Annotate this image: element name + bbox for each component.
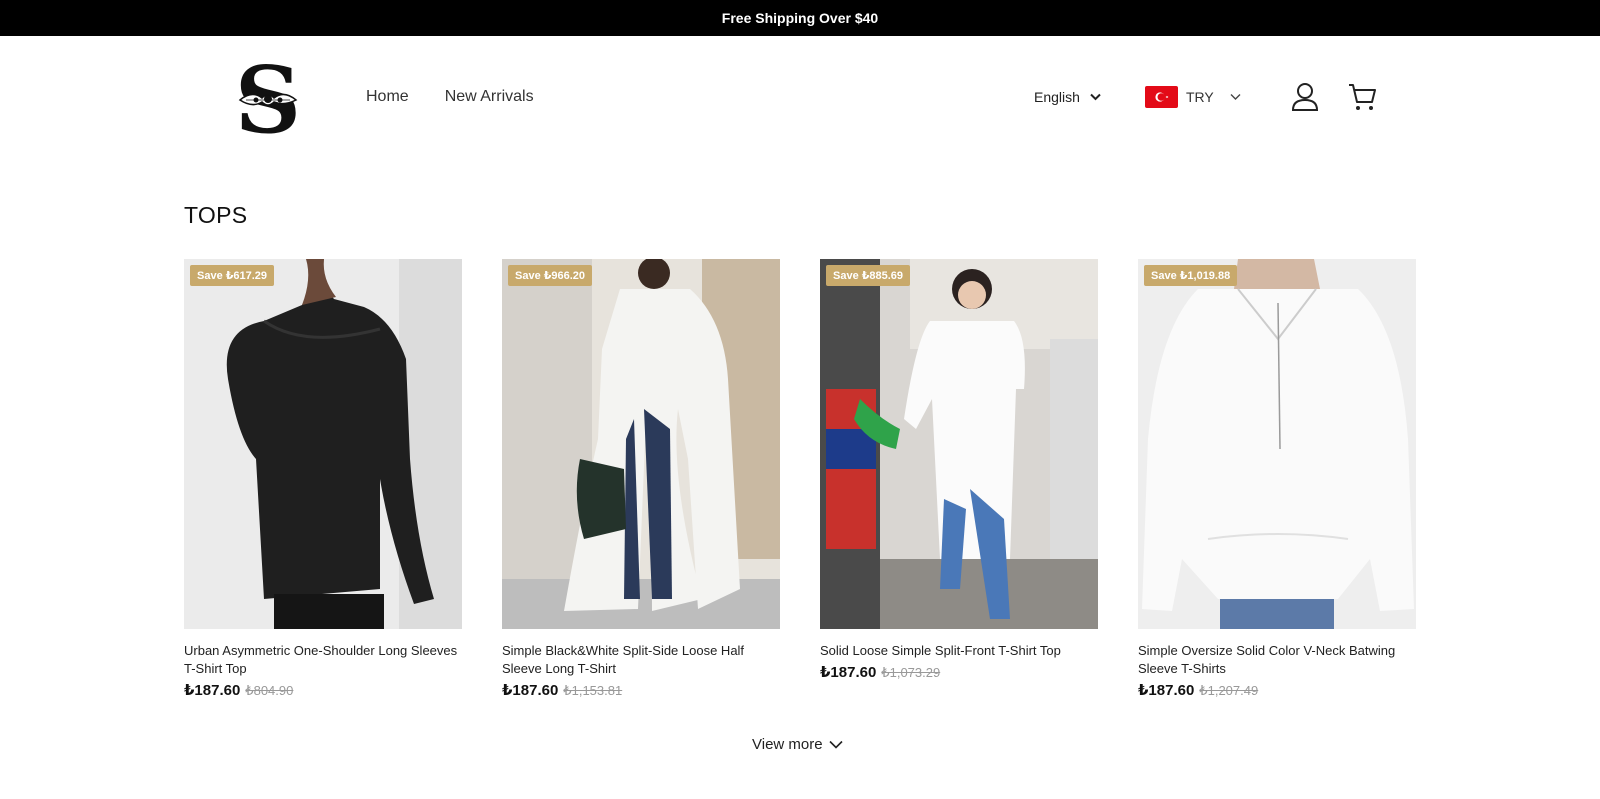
turkey-flag-icon — [1145, 86, 1178, 108]
chevron-down-icon — [829, 740, 843, 749]
product-old-price: ₺1,207.49 — [1199, 683, 1259, 698]
view-more-button[interactable]: View more — [752, 736, 843, 753]
store-logo[interactable]: S — [232, 46, 304, 154]
view-more-label: View more — [752, 736, 823, 753]
product-image[interactable]: Save ₺885.69 — [820, 259, 1098, 629]
product-title[interactable]: Solid Loose Simple Split-Front T-Shirt T… — [820, 642, 1098, 660]
product-title[interactable]: Simple Black&White Split-Side Loose Half… — [502, 642, 780, 678]
product-price: ₺187.60 — [820, 664, 877, 681]
account-icon[interactable] — [1291, 82, 1319, 112]
product-prices: ₺187.60 ₺1,153.81 — [502, 681, 780, 699]
section-title: TOPS — [184, 202, 248, 228]
site-header: S Home New Arrivals English TRY — [0, 36, 1600, 162]
currency-label: TRY — [1186, 89, 1214, 105]
cart-icon[interactable] — [1347, 82, 1377, 112]
discount-badge: Save ₺617.29 — [190, 265, 275, 286]
nav-new-arrivals[interactable]: New Arrivals — [445, 88, 534, 106]
product-old-price: ₺804.90 — [245, 683, 294, 698]
product-price: ₺187.60 — [502, 682, 559, 699]
announcement-bar: Free Shipping Over $40 — [0, 0, 1600, 36]
product-image[interactable]: Save ₺966.20 — [502, 259, 780, 629]
product-image[interactable]: Save ₺1,019.88 — [1138, 259, 1416, 629]
product-card[interactable]: Save ₺966.20 Simple Black&White Split-Si… — [502, 259, 780, 699]
chevron-down-icon — [1230, 94, 1241, 100]
main-nav: Home New Arrivals — [366, 88, 534, 106]
discount-badge: Save ₺885.69 — [826, 265, 911, 286]
product-prices: ₺187.60 ₺1,073.29 — [820, 663, 1098, 681]
product-prices: ₺187.60 ₺804.90 — [184, 681, 462, 699]
discount-badge: Save ₺966.20 — [508, 265, 593, 286]
product-image[interactable]: Save ₺617.29 — [184, 259, 462, 629]
currency-selector[interactable]: TRY — [1145, 86, 1241, 108]
product-price: ₺187.60 — [1138, 682, 1195, 699]
product-title[interactable]: Simple Oversize Solid Color V-Neck Batwi… — [1138, 642, 1416, 678]
product-prices: ₺187.60 ₺1,207.49 — [1138, 681, 1416, 699]
product-old-price: ₺1,073.29 — [881, 665, 941, 680]
chevron-down-icon — [1090, 93, 1101, 101]
product-card[interactable]: Save ₺1,019.88 Simple Oversize Solid Col… — [1138, 259, 1416, 699]
discount-badge: Save ₺1,019.88 — [1144, 265, 1238, 286]
product-card[interactable]: Save ₺885.69 Solid Loose Simple Split-Fr… — [820, 259, 1098, 681]
product-old-price: ₺1,153.81 — [563, 683, 623, 698]
language-selector[interactable]: English — [1034, 89, 1101, 105]
product-title[interactable]: Urban Asymmetric One-Shoulder Long Sleev… — [184, 642, 462, 678]
product-price: ₺187.60 — [184, 682, 241, 699]
language-label: English — [1034, 89, 1080, 105]
product-card[interactable]: Save ₺617.29 Urban Asymmetric One-Should… — [184, 259, 462, 699]
nav-home[interactable]: Home — [366, 88, 409, 106]
announcement-text: Free Shipping Over $40 — [721, 10, 879, 26]
